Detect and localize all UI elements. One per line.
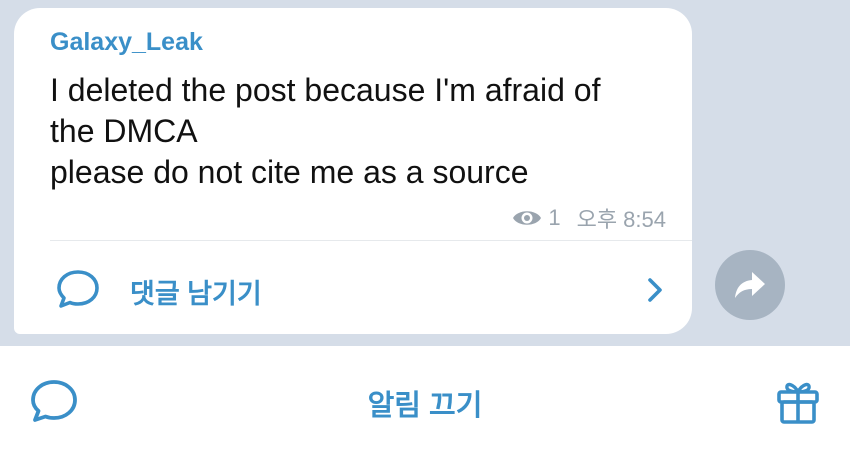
message-line: please do not cite me as a source bbox=[50, 154, 529, 190]
leave-comment-label: 댓글 남기기 bbox=[130, 279, 262, 309]
message-meta: 1 오후 8:54 bbox=[512, 202, 666, 234]
share-arrow-icon bbox=[735, 272, 765, 298]
view-count: 1 bbox=[548, 205, 561, 230]
message-text: I deleted the post because I'm afraid of… bbox=[50, 70, 600, 193]
bottom-bar: 알림 끄기 bbox=[0, 346, 850, 457]
divider bbox=[50, 240, 692, 241]
sender-name[interactable]: Galaxy_Leak bbox=[50, 28, 203, 57]
message-time: 오후 8:54 bbox=[576, 207, 666, 232]
leave-comment-button[interactable]: 댓글 남기기 bbox=[14, 242, 692, 334]
mute-notifications-button[interactable]: 알림 끄기 bbox=[368, 390, 483, 422]
chevron-right-icon bbox=[648, 278, 662, 302]
chat-area: Galaxy_Leak I deleted the post because I… bbox=[0, 0, 850, 346]
eye-icon bbox=[513, 211, 542, 225]
message-line: I deleted the post because I'm afraid of bbox=[50, 72, 601, 108]
share-button[interactable] bbox=[715, 250, 785, 320]
gift-icon[interactable] bbox=[774, 378, 822, 426]
comment-icon bbox=[57, 270, 99, 308]
message-bubble[interactable]: Galaxy_Leak I deleted the post because I… bbox=[14, 8, 692, 334]
message-line: the DMCA bbox=[50, 113, 198, 149]
